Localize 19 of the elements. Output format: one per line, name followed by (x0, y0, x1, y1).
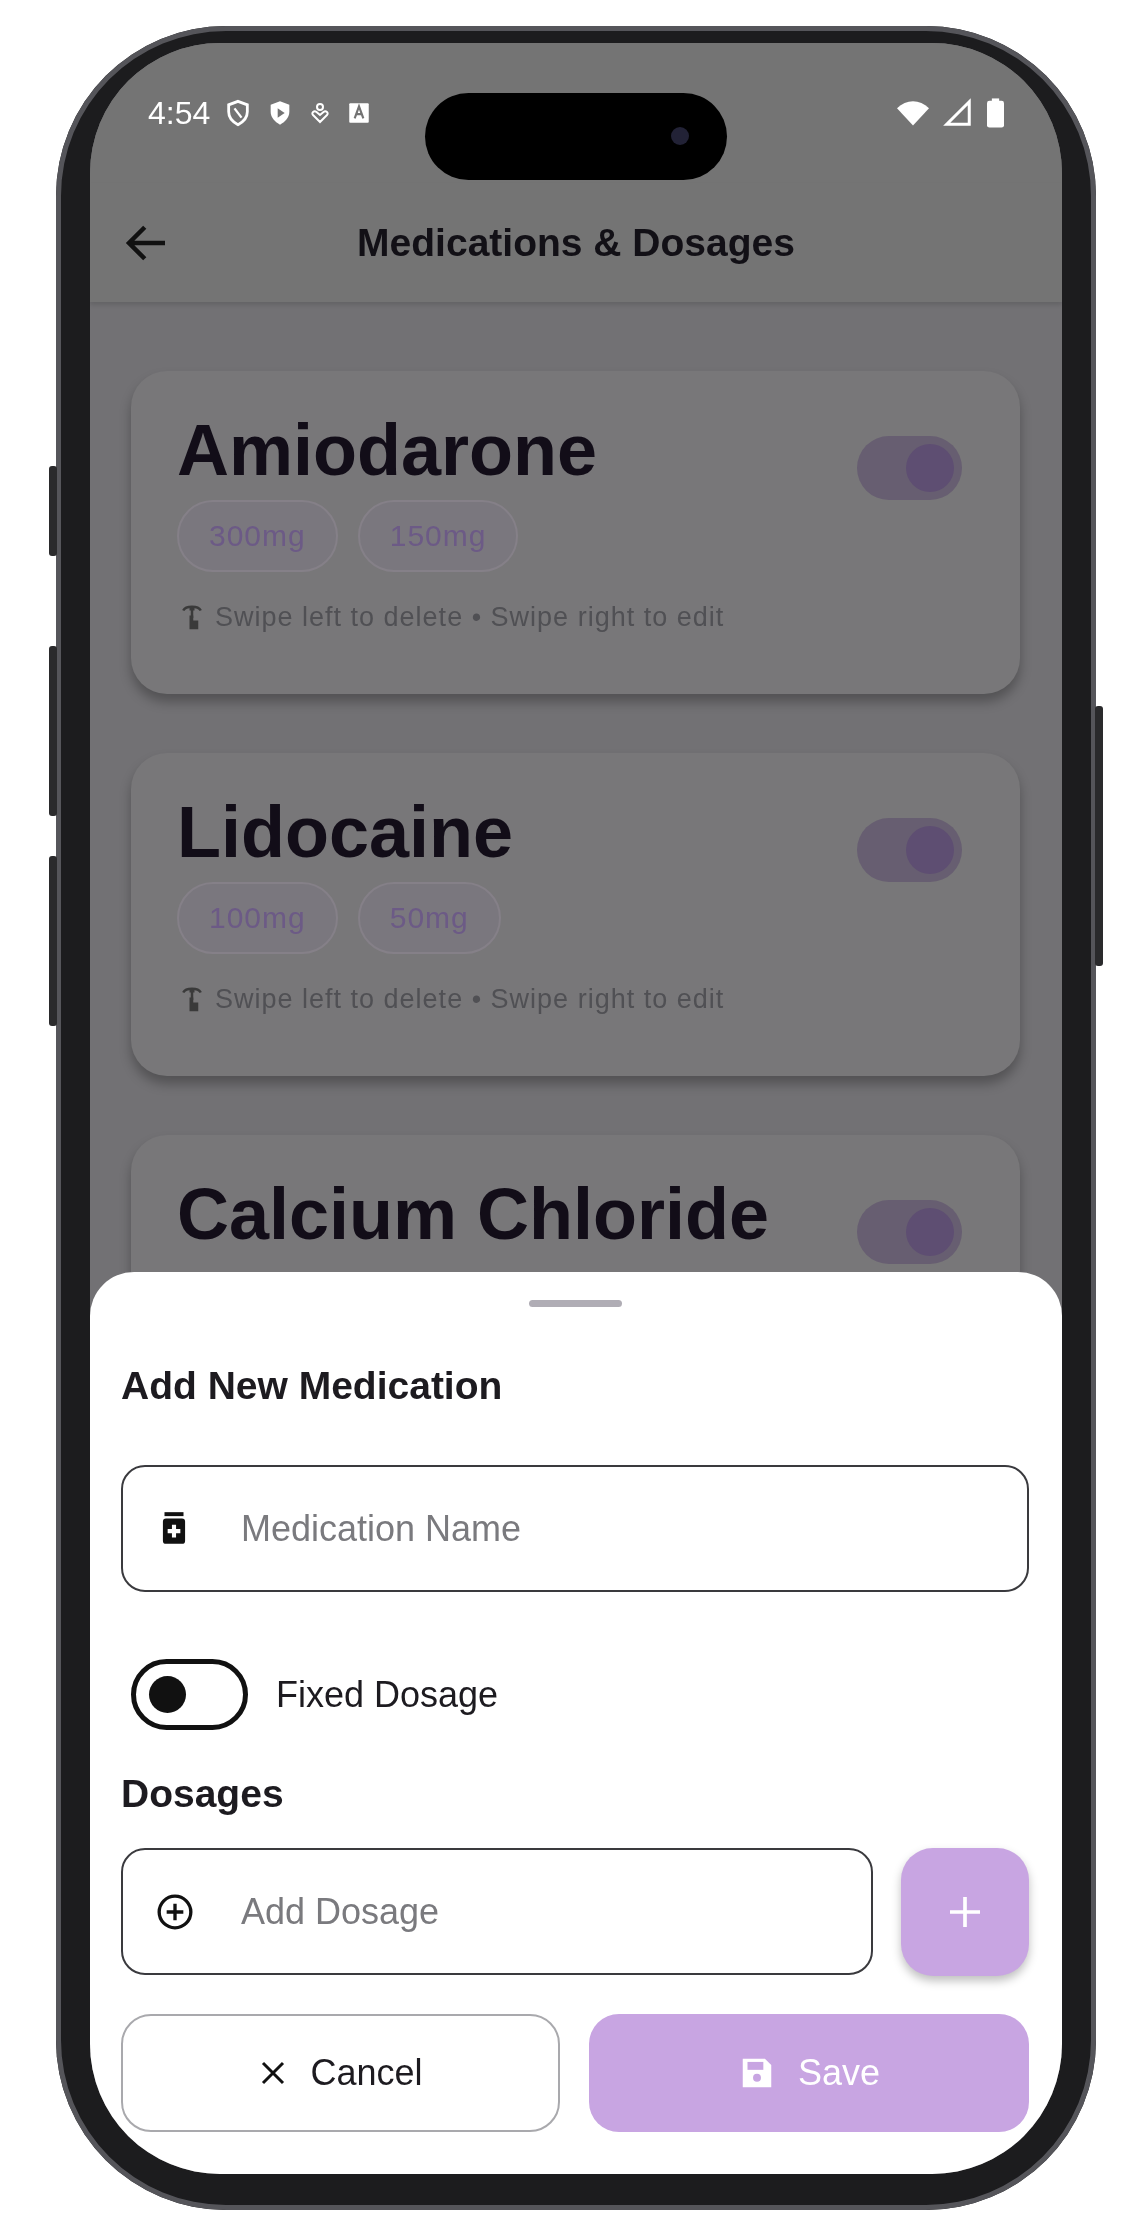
add-circle-icon (155, 1892, 195, 1932)
signal-icon (943, 98, 973, 128)
section-title: Dosages (121, 1772, 285, 1816)
toggle-label: Fixed Dosage (276, 1673, 499, 1716)
medication-name: Calcium Chloride (177, 1175, 770, 1255)
sheet-title: Add New Medication (121, 1364, 504, 1408)
medication-name-field[interactable]: Medication Name (121, 1465, 1029, 1592)
cancel-button[interactable]: Cancel (121, 2014, 560, 2132)
dosage-field[interactable]: Add Dosage (121, 1848, 873, 1975)
drag-handle[interactable] (528, 1300, 622, 1307)
add-dosage-button[interactable] (901, 1848, 1029, 1976)
medication-card[interactable]: Calcium Chloride (131, 1135, 1020, 1272)
screen-title: Medications & Dosages (356, 220, 796, 265)
save-button[interactable]: Save (589, 2014, 1029, 2132)
status-time: 4:54 (148, 94, 211, 132)
medication-name: Amiodarone (177, 411, 598, 491)
wifi-icon (897, 99, 929, 127)
battery-icon (987, 98, 1004, 128)
medication-name: Lidocaine (177, 793, 514, 873)
